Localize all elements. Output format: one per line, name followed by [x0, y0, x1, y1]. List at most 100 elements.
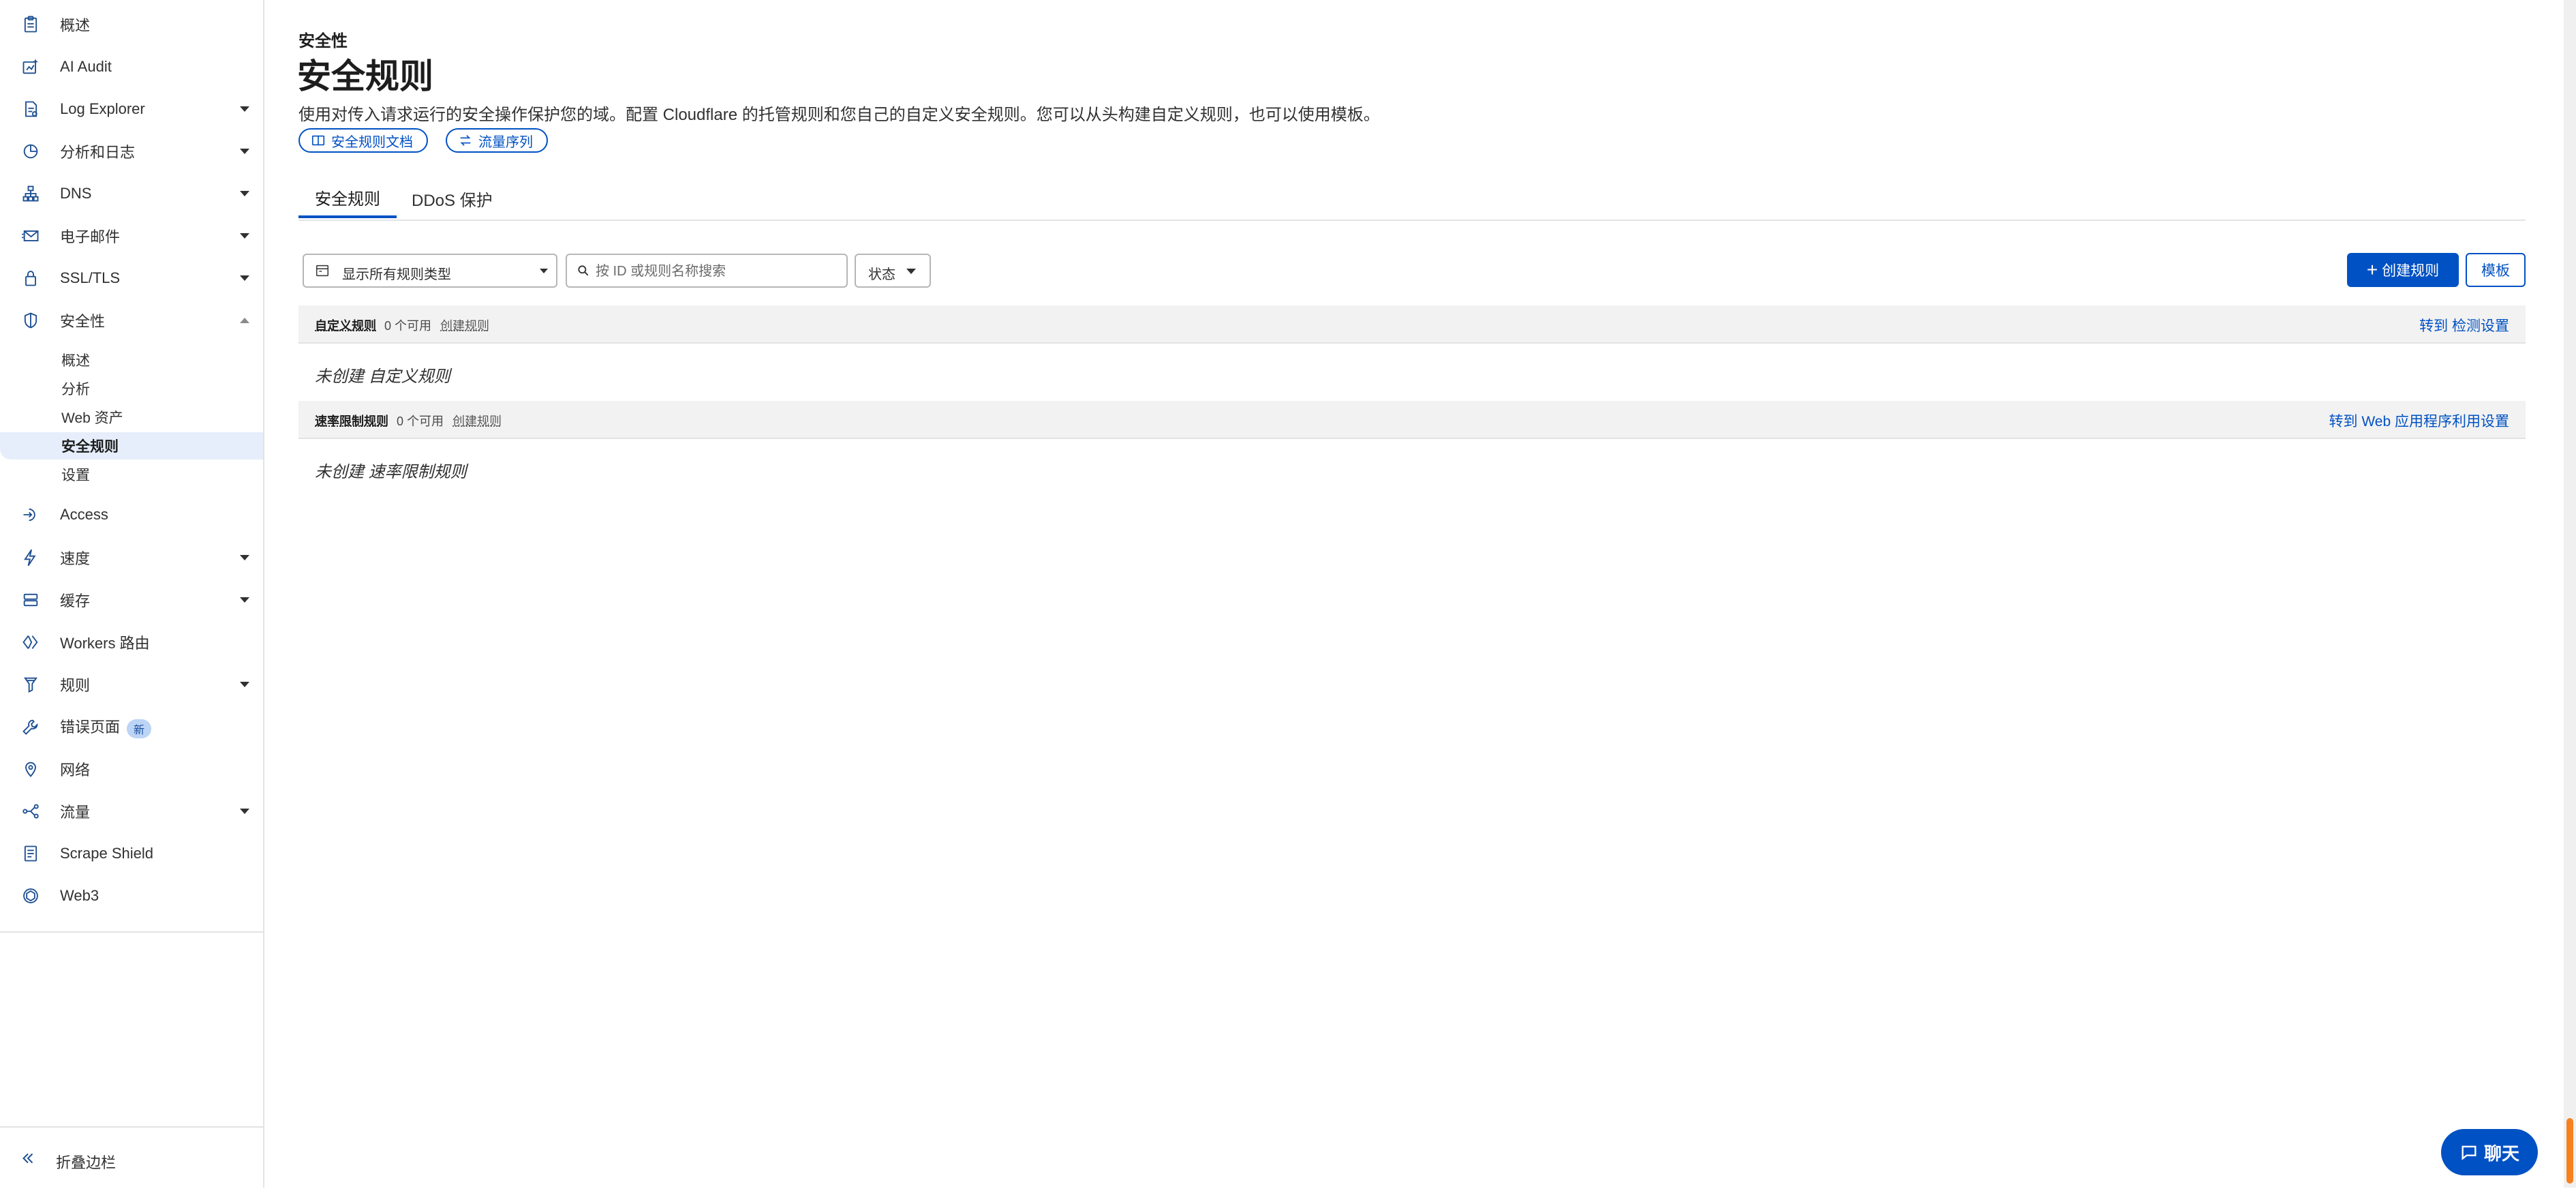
tab-bar: 安全规则 DDoS 保护 — [298, 179, 2526, 221]
security-rules-docs-link[interactable]: 安全规则文档 — [298, 128, 428, 153]
page-description: 使用对传入请求运行的安全操作保护您的域。配置 Cloudflare 的托管规则和… — [298, 106, 1380, 124]
sidebar-divider — [0, 931, 263, 933]
traffic-icon — [20, 801, 41, 822]
sidebar-item-label: 错误页面新 — [60, 715, 152, 738]
sidebar-item-access[interactable]: Access — [0, 496, 263, 534]
tab-security-rules[interactable]: 安全规则 — [298, 179, 397, 218]
arrows-swap-icon — [460, 135, 471, 146]
status-filter-button[interactable]: 状态 — [855, 254, 931, 288]
sidebar-subitem-web-assets[interactable]: Web 资产 — [0, 404, 263, 431]
chevron-down-icon — [540, 269, 548, 273]
sidebar-item-label: Workers 路由 — [60, 635, 150, 652]
chevron-down-icon — [240, 555, 249, 560]
chevron-down-icon — [240, 233, 249, 239]
sidebar-item-label: DNS — [60, 185, 92, 202]
create-custom-rule-link[interactable]: 创建规则 — [440, 316, 489, 334]
lightning-icon — [20, 547, 41, 568]
access-icon — [20, 505, 41, 525]
sidebar-item-analytics[interactable]: 分析和日志 — [0, 132, 263, 170]
main-content: 安全性 安全规则 使用对传入请求运行的安全操作保护您的域。配置 Cloudfla… — [264, 0, 2576, 1188]
chevron-down-icon — [906, 269, 916, 274]
tab-ddos-protection[interactable]: DDoS 保护 — [395, 179, 509, 218]
chevron-down-icon — [240, 597, 249, 603]
sidebar-item-ssl-tls[interactable]: SSL/TLS — [0, 259, 263, 297]
dns-icon — [20, 183, 41, 204]
page-eyebrow: 安全性 — [298, 32, 348, 50]
sidebar-subitem-settings[interactable]: 设置 — [0, 461, 263, 488]
sidebar-subitem-analytics[interactable]: 分析 — [0, 375, 263, 402]
search-icon — [577, 264, 592, 279]
sidebar-item-label: Scrape Shield — [60, 845, 153, 862]
traffic-sequence-link[interactable]: 流量序列 — [446, 128, 548, 153]
rate-limit-rules-section-header: 速率限制规则 0 个可用 创建规则 转到 Web 应用程序利用设置 — [298, 401, 2526, 439]
sidebar-item-speed[interactable]: 速度 — [0, 539, 263, 577]
rule-type-filter-select[interactable]: 显示所有规则类型 — [303, 254, 557, 288]
sidebar-item-web3[interactable]: Web3 — [0, 877, 263, 915]
sidebar-item-email[interactable]: 电子邮件 — [0, 217, 263, 255]
book-icon — [311, 135, 325, 146]
go-to-detection-settings-link[interactable]: 转到 检测设置 — [2419, 315, 2509, 335]
empty-state-text: 未创建 速率限制规则 — [315, 463, 467, 481]
sidebar-item-traffic[interactable]: 流量 — [0, 792, 263, 830]
sidebar-subitem-label: 概述 — [61, 353, 90, 369]
rule-search-box[interactable] — [566, 254, 848, 288]
traffic-sequence-label: 流量序列 — [478, 134, 533, 150]
chevron-down-icon — [240, 191, 249, 196]
scrollbar-thumb[interactable] — [2566, 1118, 2573, 1184]
scrape-shield-icon — [20, 843, 41, 864]
sidebar-item-label: Access — [60, 506, 108, 523]
sidebar-item-label: 规则 — [60, 677, 91, 694]
sidebar-item-rules[interactable]: 规则 — [0, 665, 263, 704]
sidebar-item-label: 分析和日志 — [60, 144, 136, 161]
sidebar-item-ai-audit[interactable]: AI Audit — [0, 48, 263, 86]
rule-search-input[interactable] — [594, 259, 842, 284]
sidebar-item-workers-routes[interactable]: Workers 路由 — [0, 623, 263, 661]
empty-state-text: 未创建 自定义规则 — [315, 367, 450, 386]
shield-icon — [20, 310, 41, 331]
new-badge: 新 — [127, 719, 152, 738]
chevron-down-icon — [240, 106, 249, 112]
sidebar-item-label: Log Explorer — [60, 100, 145, 117]
chat-bubble-icon — [2462, 1145, 2477, 1160]
custom-rules-section-header: 自定义规则 0 个可用 创建规则 转到 检测设置 — [298, 305, 2526, 344]
section-title: 自定义规则 — [315, 319, 376, 333]
status-filter-label: 状态 — [868, 267, 895, 282]
sidebar-item-label: 流量 — [60, 804, 91, 821]
sidebar-item-network[interactable]: 网络 — [0, 750, 263, 788]
sidebar-item-cache[interactable]: 缓存 — [0, 581, 263, 619]
rule-type-filter-value: 显示所有规则类型 — [342, 267, 451, 282]
sidebar-item-dns[interactable]: DNS — [0, 175, 263, 213]
chevron-down-icon — [240, 809, 249, 814]
go-to-waf-settings-link[interactable]: 转到 Web 应用程序利用设置 — [2329, 410, 2509, 431]
sidebar-item-scrape-shield[interactable]: Scrape Shield — [0, 834, 263, 873]
chevron-up-icon — [240, 318, 249, 323]
chat-button[interactable]: 聊天 — [2441, 1129, 2538, 1175]
page-title: 安全规则 — [297, 57, 433, 95]
chevron-down-icon — [240, 149, 249, 154]
sidebar-item-label: 速度 — [60, 550, 91, 567]
analytics-icon — [20, 141, 41, 162]
sidebar-item-log-explorer[interactable]: Log Explorer — [0, 90, 263, 128]
location-pin-icon — [20, 759, 41, 779]
collapse-sidebar-button[interactable]: 折叠边栏 — [0, 1126, 263, 1189]
sidebar-item-overview[interactable]: 概述 — [0, 5, 263, 44]
sidebar-subitem-security-rules[interactable]: 安全规则 — [0, 432, 263, 460]
collapse-sidebar-label: 折叠边栏 — [56, 1154, 117, 1171]
sidebar-item-label: 电子邮件 — [60, 228, 121, 245]
sidebar-subitem-overview[interactable]: 概述 — [0, 346, 263, 374]
create-rule-button[interactable]: + 创建规则 — [2347, 253, 2459, 287]
cache-icon — [20, 590, 41, 610]
sidebar-item-label-text: 错误页面 — [60, 719, 121, 736]
template-button[interactable]: 模板 — [2466, 253, 2526, 287]
chevron-down-icon — [240, 682, 249, 687]
page-scrollbar[interactable] — [2564, 0, 2576, 1188]
sidebar-item-security[interactable]: 安全性 — [0, 301, 263, 340]
sidebar-item-label: 概述 — [60, 17, 91, 34]
email-icon — [20, 226, 41, 246]
web3-icon — [20, 886, 41, 906]
ai-audit-icon — [20, 57, 41, 77]
sidebar-subitem-label: 安全规则 — [61, 439, 119, 455]
create-rate-limit-rule-link[interactable]: 创建规则 — [453, 412, 502, 430]
sidebar-item-error-pages[interactable]: 错误页面新 — [0, 708, 263, 746]
sidebar-subitem-label: 分析 — [61, 382, 90, 397]
